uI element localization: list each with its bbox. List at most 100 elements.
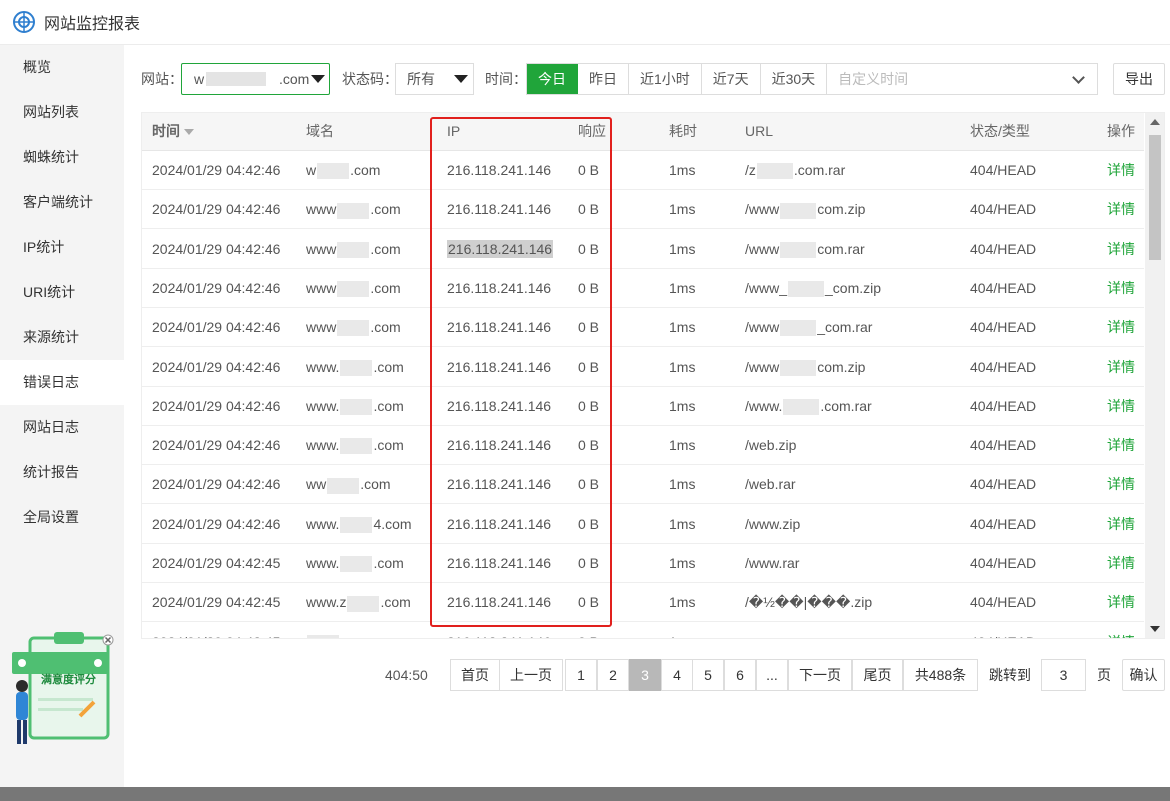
cell-domain-suffix: .com [370, 240, 401, 257]
details-link[interactable]: 详情 [1107, 623, 1135, 638]
cell-time: 2024/01/29 04:42:45 [152, 594, 281, 611]
column-header-duration: 耗时 [669, 123, 697, 139]
time-option-yesterday[interactable]: 昨日 [578, 64, 629, 94]
redacted-mask [340, 516, 373, 533]
custom-time-placeholder: 自定义时间 [838, 71, 909, 87]
sidebar-item-overview[interactable]: 概览 [0, 45, 124, 90]
sidebar-item-spider-stats[interactable]: 蜘蛛统计 [0, 135, 124, 180]
sidebar-item-label: 网站日志 [23, 419, 79, 435]
sidebar-item-site-list[interactable]: 网站列表 [0, 90, 124, 135]
status-code-select[interactable]: 所有 [395, 63, 474, 95]
custom-time-picker[interactable]: 自定义时间 [827, 64, 1097, 94]
cell-url: /www com.zip [745, 190, 865, 229]
cell-domain-suffix: .com [373, 397, 404, 414]
details-link[interactable]: 详情 [1107, 308, 1135, 347]
time-range-group: 今日 昨日 近1小时 近7天 近30天 自定义时间 [526, 63, 1099, 95]
time-option-last-30-days[interactable]: 近30天 [760, 64, 828, 94]
confirm-jump-button[interactable]: 确认 [1122, 659, 1165, 691]
page-button-5[interactable]: 5 [692, 659, 724, 691]
cell-url-tail: .com.rar [820, 397, 872, 414]
cell-url-tail: com.zip [817, 201, 866, 218]
cell-url: /z .com.rar [745, 151, 845, 190]
status-code-label: 状态码： [342, 71, 398, 87]
cell-time: 2024/01/29 04:42:46 [152, 397, 281, 414]
cell-domain-prefix: www [306, 201, 337, 218]
redacted-mask [340, 438, 373, 455]
details-link[interactable]: 详情 [1107, 426, 1135, 465]
cell-time: 2024/01/29 04:42:46 [152, 476, 281, 493]
cell-response: 0 B [578, 515, 600, 532]
details-link[interactable]: 详情 [1107, 544, 1135, 583]
cell-status: 404/HEAD [970, 319, 1037, 336]
jump-page-input[interactable]: 3 [1041, 659, 1086, 691]
table-scrollbar[interactable] [1145, 113, 1164, 638]
details-link[interactable]: 详情 [1107, 190, 1135, 229]
details-link[interactable]: 详情 [1107, 151, 1135, 190]
time-option-last-hour[interactable]: 近1小时 [629, 64, 702, 94]
cell-response: 0 B [578, 240, 600, 257]
page-button-1[interactable]: 1 [565, 659, 597, 691]
table-row: 2024/01/29 04:42:46 www. .com 216.118.241.1… [142, 387, 1144, 426]
redacted-mask [780, 202, 817, 219]
details-link[interactable]: 详情 [1107, 387, 1135, 426]
cell-domain: www .com [306, 230, 401, 269]
sidebar-item-global-settings[interactable]: 全局设置 [0, 495, 124, 540]
cell-domain-prefix: www [306, 319, 337, 336]
cell-domain: www .com [306, 308, 401, 347]
time-option-last-7-days[interactable]: 近7天 [701, 64, 761, 94]
first-page-button[interactable]: 首页 [450, 659, 500, 691]
cell-duration: 1ms [669, 555, 696, 571]
sidebar-item-error-log[interactable]: 错误日志 [0, 360, 124, 405]
cell-url-path: /www. [745, 397, 783, 414]
next-page-button[interactable]: 下一页 [788, 659, 852, 691]
details-link[interactable]: 详情 [1107, 465, 1135, 504]
details-link[interactable]: 详情 [1107, 505, 1135, 544]
prev-page-button[interactable]: 上一页 [499, 659, 563, 691]
sidebar-item-site-log[interactable]: 网站日志 [0, 405, 124, 450]
satisfaction-badge[interactable]: 满意度评分 [8, 630, 116, 750]
scroll-down-arrow-icon[interactable] [1150, 626, 1160, 632]
cell-url: /www.rar [745, 544, 799, 583]
page-button-3-current[interactable]: 3 [629, 659, 661, 691]
cell-url-path: /www [745, 319, 780, 336]
details-link[interactable]: 详情 [1107, 348, 1135, 387]
cell-response: 0 B [578, 437, 600, 454]
table-row: 2024/01/29 04:42:46 ww .com 216.118.241.146… [142, 465, 1144, 505]
cell-domain-suffix: .com [373, 358, 404, 375]
sidebar-item-label: IP统计 [23, 239, 65, 255]
cell-domain: www. 4.com [306, 505, 412, 544]
sidebar-item-label: 错误日志 [23, 374, 79, 390]
site-select[interactable]: w .com [181, 63, 330, 95]
column-header-domain: 域名 [306, 123, 334, 139]
cell-ip: 216.118.241.146 [447, 397, 552, 414]
sidebar-item-ip-stats[interactable]: IP统计 [0, 225, 124, 270]
column-header-time[interactable]: 时间 [152, 113, 194, 151]
export-button[interactable]: 导出 [1113, 63, 1165, 95]
cell-ip: 216.118.241.146 [447, 358, 552, 375]
last-page-button[interactable]: 尾页 [852, 659, 903, 691]
scrollbar-thumb[interactable] [1149, 135, 1161, 260]
cell-duration: 1ms [669, 623, 695, 638]
cell-url-path: /www [745, 201, 780, 218]
sidebar-item-uri-stats[interactable]: URI统计 [0, 270, 124, 315]
cell-ip: 216.118.241.146 [447, 201, 552, 218]
redacted-mask [307, 634, 339, 638]
time-label: 时间： [485, 71, 527, 87]
details-link[interactable]: 详情 [1107, 583, 1135, 622]
sidebar-item-client-stats[interactable]: 客户端统计 [0, 180, 124, 225]
sidebar-item-referer-stats[interactable]: 来源统计 [0, 315, 124, 360]
cell-url: /www _com.rar [745, 308, 872, 347]
details-link[interactable]: 详情 [1107, 230, 1135, 269]
details-link[interactable]: 详情 [1107, 269, 1135, 308]
page-button-6[interactable]: 6 [724, 659, 756, 691]
column-header-status: 状态/类型 [970, 123, 1030, 139]
redacted-mask [340, 556, 373, 573]
cell-ip: 216.118.241.146 [447, 162, 552, 178]
page-button-2[interactable]: 2 [597, 659, 629, 691]
scroll-up-arrow-icon[interactable] [1150, 119, 1160, 125]
page-button-4[interactable]: 4 [661, 659, 693, 691]
sidebar-item-report[interactable]: 统计报告 [0, 450, 124, 495]
cell-duration: 1ms [669, 240, 696, 257]
cell-time: 2024/01/29 04:42:46 [152, 358, 281, 375]
time-option-today[interactable]: 今日 [527, 64, 578, 94]
